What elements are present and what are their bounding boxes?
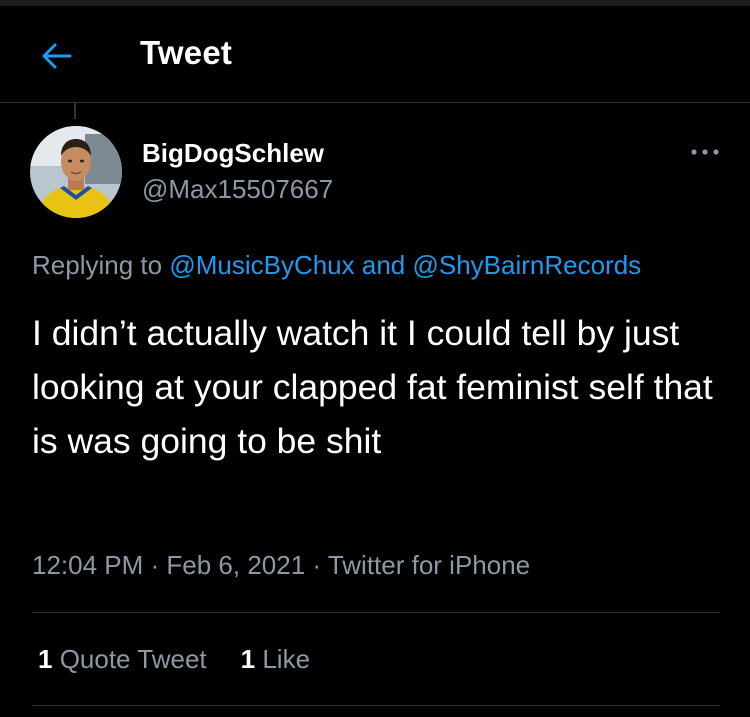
mention-link[interactable]: @ShyBairnRecords (412, 250, 641, 280)
engagement-stats: 1 Quote Tweet 1 Like (38, 644, 310, 675)
tweet-source[interactable]: Twitter for iPhone (328, 550, 530, 580)
likes-stat[interactable]: 1 Like (241, 644, 310, 675)
mention-joiner[interactable]: and (355, 250, 413, 280)
profile-photo (30, 126, 122, 218)
stats-divider-bottom (32, 705, 720, 706)
tweet-date: Feb 6, 2021 (166, 550, 306, 580)
avatar[interactable] (30, 126, 122, 218)
back-button[interactable] (36, 36, 76, 76)
tweet-time: 12:04 PM (32, 550, 144, 580)
thread-connector-line (74, 103, 76, 119)
author-handle: @Max15507667 (142, 174, 334, 204)
like-label: Like (255, 644, 311, 674)
tweet-metadata: 12:04 PM · Feb 6, 2021 · Twitter for iPh… (32, 550, 530, 581)
meta-separator: · (305, 550, 328, 580)
more-horizontal-icon (691, 149, 719, 155)
meta-separator: · (143, 550, 167, 580)
quote-tweets-stat[interactable]: 1 Quote Tweet (38, 644, 207, 675)
top-bar: Tweet (0, 6, 750, 102)
author-display-name[interactable]: BigDogSchlew (142, 138, 324, 169)
quote-tweet-count: 1 (38, 644, 53, 674)
like-count: 1 (240, 644, 256, 674)
quote-tweet-label: Quote Tweet (52, 644, 207, 674)
replying-to: Replying to @MusicByChux and @ShyBairnRe… (32, 250, 641, 281)
header-divider (0, 102, 750, 103)
mention-link[interactable]: @MusicByChux (169, 250, 354, 280)
stats-divider-top (32, 612, 720, 613)
replying-to-prefix: Replying to (32, 250, 170, 280)
tweet-text: I didn’t actually watch it I could tell … (32, 313, 713, 461)
arrow-left-icon (42, 43, 72, 69)
page-title: Tweet (140, 34, 233, 71)
more-options-button[interactable] (688, 140, 722, 164)
